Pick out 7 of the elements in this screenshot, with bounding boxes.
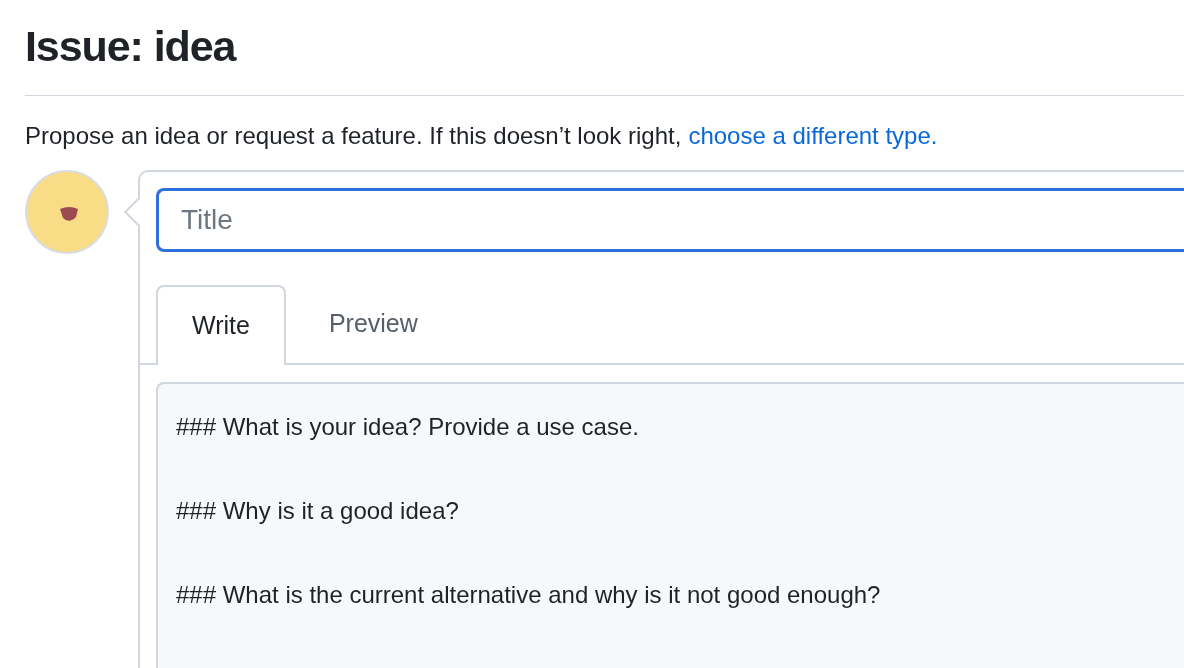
editor-tab[interactable]: Preview: [285, 285, 461, 363]
change-type-link[interactable]: choose a different type.: [688, 120, 938, 152]
title-field[interactable]: Title: [156, 188, 1184, 252]
editor-tab[interactable]: Write: [156, 285, 286, 365]
description-text: Propose an idea or request a feature. If this doesn’t look right,: [25, 121, 682, 151]
page-heading: Issue: idea: [25, 21, 236, 72]
comment-field[interactable]: ### What is your idea? Provide a use case. ### Why is it a good idea? ### What is the current alternative and why is it not good enough?: [156, 382, 1184, 668]
